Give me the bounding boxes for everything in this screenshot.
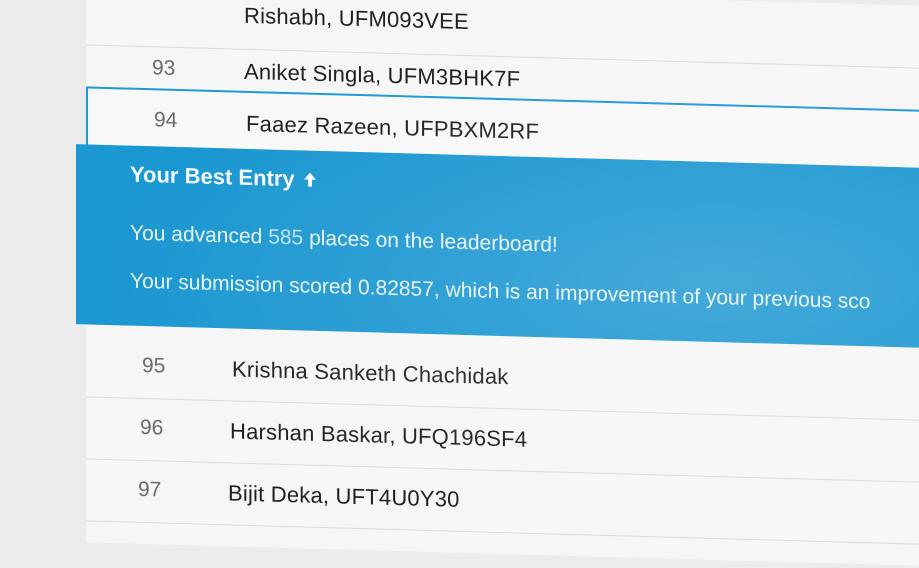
team-name-cell: Aniket Singla, UFM3BHK7F [244, 58, 521, 92]
team-name-cell: Faaez Razeen, UFPBXM2RF [246, 110, 540, 145]
banner-title: Your Best Entry [130, 162, 319, 193]
rank-cell: 94 [154, 108, 178, 132]
team-name-cell: Rishabh, UFM093VEE [244, 2, 469, 35]
rank-cell: 96 [140, 415, 164, 440]
advanced-count: 585 [268, 225, 304, 250]
screen: Rishabh, UFM093VEE 93 Aniket Singla, UFM… [0, 0, 919, 568]
rank-cell: 93 [152, 56, 176, 80]
score-message: Your submission scored 0.82857, which is… [130, 269, 871, 314]
team-name-cell: Bijit Deka, UFT4U0Y30 [228, 480, 460, 512]
banner-title-text: Your Best Entry [130, 161, 295, 192]
rank-cell: 97 [138, 477, 162, 502]
arrow-up-icon [303, 172, 316, 187]
best-entry-banner: Your Best Entry You advanced 585 places … [76, 144, 919, 350]
advanced-suffix: places on the leaderboard! [303, 226, 558, 257]
leaderboard-table: Rishabh, UFM093VEE 93 Aniket Singla, UFM… [76, 0, 919, 568]
team-name-cell: Krishna Sanketh Chachidak [232, 356, 509, 390]
rank-cell: 95 [142, 353, 166, 378]
team-name-cell: Harshan Baskar, UFQ196SF4 [230, 418, 528, 452]
advanced-prefix: You advanced [130, 221, 269, 249]
advanced-message: You advanced 585 places on the leaderboa… [130, 222, 558, 258]
